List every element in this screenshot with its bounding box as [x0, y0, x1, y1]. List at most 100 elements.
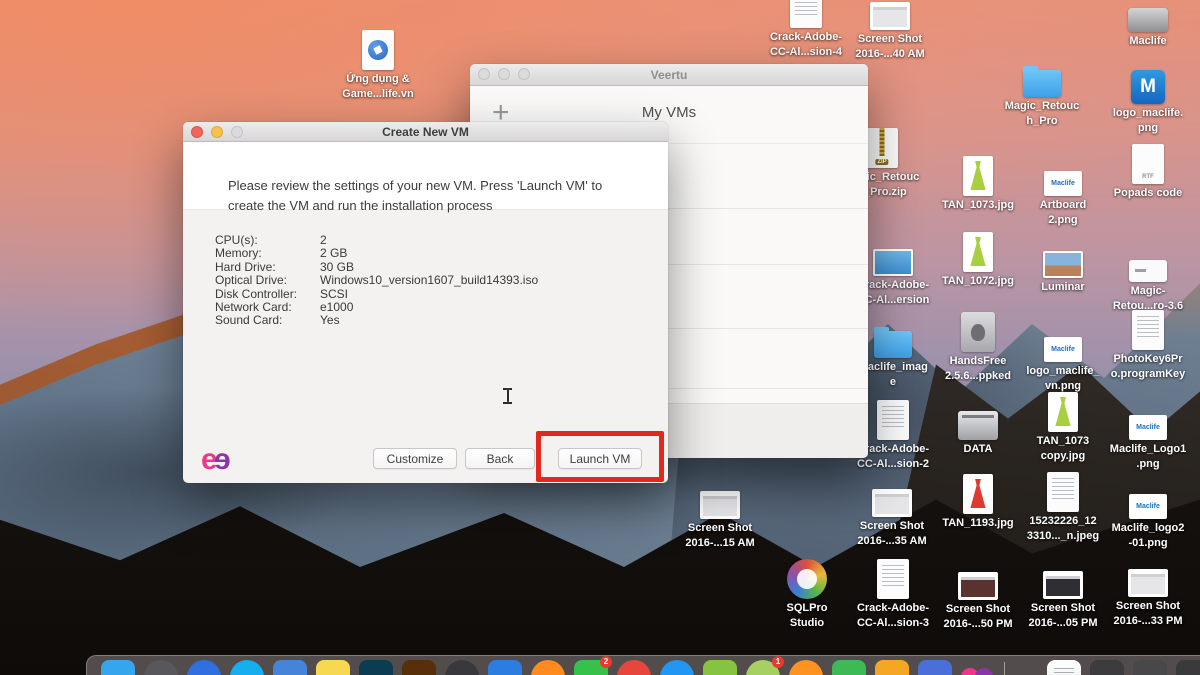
dock-item-green-badge-app[interactable]: 1	[746, 660, 780, 675]
setting-label: Disk Controller:	[215, 288, 320, 301]
icon-label: Screen Shot2016-...33 PM	[1113, 599, 1182, 629]
photo-icon	[1043, 251, 1083, 278]
dock-item-browser-globe[interactable]	[187, 660, 221, 675]
drive-icon	[958, 411, 998, 440]
desktop-icon-popads-code[interactable]: RTFPopads code	[1093, 140, 1200, 201]
icon-label: Artboard2.png	[1040, 198, 1086, 228]
vm-settings-list: CPU(s):2Memory:2 GBHard Drive:30 GBOptic…	[215, 234, 538, 328]
window-title: Veertu	[651, 68, 688, 82]
setting-row: Optical Drive:Windows10_version1607_buil…	[215, 274, 538, 287]
setting-value: SCSI	[320, 288, 348, 301]
icon-label: Crack-Adobe-CC-Al...sion-4	[770, 30, 842, 60]
setting-label: Network Card:	[215, 301, 320, 314]
setting-value: Yes	[320, 314, 340, 327]
dock-item-launchpad[interactable]	[144, 660, 178, 675]
icon-label: Luminar	[1041, 280, 1084, 295]
desktop-icon-maclife-logo1-png[interactable]: MaclifeMaclife_Logo1.png	[1093, 396, 1200, 472]
dock-item-v-green-app[interactable]	[703, 660, 737, 675]
folder-icon	[1023, 70, 1061, 97]
dock-item-finder[interactable]	[101, 660, 135, 675]
create-new-vm-dialog: Create New VM Please review the settings…	[183, 122, 668, 483]
desktop-icon-photokey6pro-programkey[interactable]: PhotoKey6Pro.programKey	[1093, 306, 1200, 382]
back-button[interactable]: Back	[465, 448, 535, 469]
icon-label: TAN_1072.jpg	[942, 274, 1014, 289]
mlcard-icon: Maclife	[1044, 171, 1082, 196]
minimize-button[interactable]	[498, 68, 510, 80]
shot-icon	[1128, 569, 1168, 597]
dock-item-illustrator[interactable]	[402, 660, 436, 675]
desktop: Ứng dụng &Game...life.vn Crack-Adobe-CC-A…	[0, 0, 1200, 675]
setting-row: Network Card:e1000	[215, 301, 538, 314]
dock-item-dark-app-1[interactable]	[1090, 660, 1124, 675]
doc-icon	[1047, 472, 1079, 512]
icon-label: Maclife_logo2-01.png	[1112, 521, 1185, 551]
desktop-icon-ung-dung-game-webloc[interactable]: Ứng dụng &Game...life.vn	[323, 26, 433, 102]
doc-icon	[877, 400, 909, 440]
setting-value: 2	[320, 234, 327, 247]
zoom-button[interactable]	[231, 126, 243, 138]
dmg-icon	[1129, 260, 1167, 282]
dialog-intro-section: Please review the settings of your new V…	[183, 142, 668, 210]
dock-item-photos-app[interactable]	[273, 660, 307, 675]
dock-item-blue-app[interactable]	[488, 660, 522, 675]
desktop-icon-logo-maclife-png[interactable]: Mlogo_maclife.png	[1093, 60, 1200, 136]
desktop-icon-maclife-logo2-01-png[interactable]: Maclife Maclife_logo2-01.png	[1093, 475, 1200, 551]
dock-item-camera-lens[interactable]	[445, 660, 479, 675]
dock-item-pencil-green-app[interactable]	[832, 660, 866, 675]
dock-item-firefox[interactable]	[789, 660, 823, 675]
mlcard-icon: Maclife	[1129, 494, 1167, 519]
veertu-logo: ee	[201, 443, 230, 477]
dock-item-red-app[interactable]	[617, 660, 651, 675]
dock-item-textedit-doc[interactable]	[1047, 660, 1081, 675]
dock-item-notes[interactable]	[316, 660, 350, 675]
icon-label: Magic_Retouch_Pro	[1005, 99, 1080, 129]
device-icon	[1128, 8, 1168, 32]
desktop-icon-screen-shot-15am[interactable]: Screen Shot2016-...15 AM	[665, 475, 775, 551]
veertu-titlebar[interactable]: Veertu	[470, 64, 868, 86]
desktop-icon-magic-retou-ro-36[interactable]: Magic-Retou...ro-3.6	[1093, 238, 1200, 314]
desktop-icon-magic-retouch-pro-folder[interactable]: Magic_Retouch_Pro	[987, 53, 1097, 129]
dock-item-photoshop[interactable]	[359, 660, 393, 675]
setting-label: Memory:	[215, 247, 320, 260]
handsfree-icon	[961, 312, 995, 352]
icon-label: Screen Shot2016-...50 PM	[943, 602, 1012, 632]
doc-icon: RTF	[1132, 144, 1164, 184]
intro-text: Please review the settings of your new V…	[228, 176, 602, 216]
icon-text: Maclife	[1136, 503, 1160, 510]
dress-icon	[963, 474, 993, 514]
desktop-icon-screen-shot-40am[interactable]: Screen Shot2016-...40 AM	[835, 0, 945, 62]
dock-item-chat-green[interactable]: 2	[574, 660, 608, 675]
setting-value: e1000	[320, 301, 353, 314]
dock-item-safari[interactable]	[660, 660, 694, 675]
setting-label: Optical Drive:	[215, 274, 320, 287]
icon-text: RTF	[1132, 174, 1164, 180]
dock-item-skype[interactable]	[230, 660, 264, 675]
compass-icon	[368, 40, 388, 60]
setting-value: 2 GB	[320, 247, 347, 260]
zoom-button[interactable]	[518, 68, 530, 80]
icon-label: Ứng dụng &Game...life.vn	[342, 72, 414, 102]
icon-text: ZIP	[875, 159, 888, 165]
minimize-button[interactable]	[211, 126, 223, 138]
mlblue-icon: M	[1131, 70, 1165, 104]
dock-item-dark-app-2[interactable]	[1133, 660, 1167, 675]
customize-button[interactable]: Customize	[373, 448, 457, 469]
dock-item-dark-app-3[interactable]	[1176, 660, 1200, 675]
setting-value: 30 GB	[320, 261, 354, 274]
shot-icon	[870, 2, 910, 30]
dock-item-flash-app[interactable]	[918, 660, 952, 675]
close-button[interactable]	[478, 68, 490, 80]
dock-item-orange-app[interactable]	[875, 660, 909, 675]
desktop-icon-maclife-device[interactable]: Maclife	[1093, 0, 1200, 49]
folder-icon	[874, 331, 912, 358]
doc-icon	[790, 0, 822, 28]
dock-item-veertu[interactable]	[961, 660, 995, 675]
dialog-titlebar[interactable]: Create New VM	[183, 122, 668, 142]
desktop-icon-screen-shot-33pm[interactable]: Screen Shot2016-...33 PM	[1093, 553, 1200, 629]
setting-row: Disk Controller:SCSI	[215, 288, 538, 301]
shot-icon	[1043, 571, 1083, 599]
setting-label: CPU(s):	[215, 234, 320, 247]
close-button[interactable]	[191, 126, 203, 138]
dock-item-orange-sphere[interactable]	[531, 660, 565, 675]
icon-text: Maclife	[1051, 346, 1075, 353]
